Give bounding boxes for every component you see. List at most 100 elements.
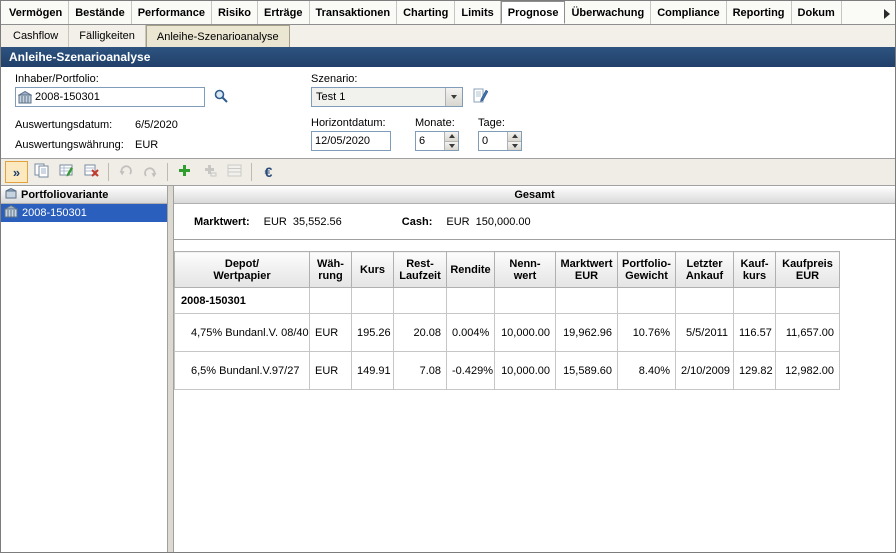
subtab-faelligkeiten[interactable]: Fälligkeiten <box>69 25 146 47</box>
auswertungsdatum-value: 6/5/2020 <box>135 119 178 131</box>
col-rendite[interactable]: Rendite <box>447 252 495 288</box>
tage-stepper[interactable] <box>478 131 522 151</box>
search-icon <box>213 88 229 107</box>
cell-marktwert: 19,962.96 <box>556 314 618 352</box>
col-nennwert[interactable]: Nenn- wert <box>495 252 556 288</box>
portfolio-variant-header-label: Portfoliovariante <box>21 189 108 201</box>
col-marktwert-eur[interactable]: Marktwert EUR <box>556 252 618 288</box>
marktwert-label: Marktwert: <box>194 216 250 228</box>
col-kaufkurs[interactable]: Kauf- kurs <box>734 252 776 288</box>
collapse-panel-button[interactable]: » <box>5 161 28 183</box>
monate-field[interactable] <box>416 132 444 150</box>
tab-scroll-right-icon[interactable] <box>881 8 893 20</box>
summary-row: Marktwert: EUR 35,552.56 Cash: EUR 150,0… <box>174 204 895 240</box>
monate-up-button[interactable] <box>445 132 458 141</box>
sub-tab-bar: Cashflow Fälligkeiten Anleihe-Szenarioan… <box>1 25 895 47</box>
auswertungsdatum-label: Auswertungsdatum: <box>15 119 112 131</box>
tage-field[interactable] <box>479 132 507 150</box>
chevron-down-icon[interactable] <box>445 88 462 106</box>
tab-prognose[interactable]: Prognose <box>501 1 566 24</box>
inhaber-portfolio-field[interactable] <box>32 89 204 105</box>
tab-ueberwachung[interactable]: Überwachung <box>565 1 651 24</box>
edit-szenario-icon <box>473 87 489 106</box>
tab-bestaende[interactable]: Bestände <box>69 1 132 24</box>
parameter-form: Inhaber/Portfolio: Szenario: Test 1 Ausw… <box>1 67 895 159</box>
tab-vermoegen[interactable]: Vermögen <box>3 1 69 24</box>
auswertungswaehrung-value: EUR <box>135 139 158 151</box>
auswertungswaehrung-label: Auswertungswährung: <box>15 139 124 151</box>
tab-transaktionen[interactable]: Transaktionen <box>310 1 398 24</box>
portfolio-building-icon <box>16 91 32 104</box>
tage-down-button[interactable] <box>508 141 521 151</box>
subtab-cashflow[interactable]: Cashflow <box>3 25 69 47</box>
building-icon <box>4 205 18 221</box>
main-area: Portfoliovariante 2008-150301 Gesamt Mar… <box>1 186 895 552</box>
undo-icon <box>118 163 133 181</box>
col-portfolio-gewicht[interactable]: Portfolio- Gewicht <box>618 252 676 288</box>
col-kurs[interactable]: Kurs <box>352 252 394 288</box>
toolbar-separator <box>108 163 109 181</box>
monate-stepper[interactable] <box>415 131 459 151</box>
marktwert-amount: 35,552.56 <box>293 216 342 228</box>
portfolio-variant-item-label: 2008-150301 <box>22 207 87 219</box>
row-layout-button[interactable] <box>223 161 246 183</box>
monate-down-button[interactable] <box>445 141 458 151</box>
edit-szenario-button[interactable] <box>471 86 491 106</box>
gesamt-header-label: Gesamt <box>514 189 554 201</box>
cell-nennwert: 10,000.00 <box>495 314 556 352</box>
tage-up-button[interactable] <box>508 132 521 141</box>
gesamt-header: Gesamt <box>174 186 895 204</box>
cell-waehrung: EUR <box>310 352 352 390</box>
col-kaufpreis-eur[interactable]: Kaufpreis EUR <box>776 252 840 288</box>
table-group-row[interactable]: 2008-150301 <box>175 288 840 314</box>
horizontdatum-input[interactable] <box>311 131 391 151</box>
cell-kaufpreis: 12,982.00 <box>776 352 840 390</box>
undo-button[interactable] <box>114 161 137 183</box>
cell-gewicht: 8.40% <box>618 352 676 390</box>
tab-ertraege[interactable]: Erträge <box>258 1 310 24</box>
group-cell: 2008-150301 <box>175 288 310 314</box>
redo-icon <box>143 165 158 180</box>
marktwert-currency: EUR <box>264 216 287 228</box>
table-row[interactable]: 4,75% Bundanl.V. 08/40 EUR 195.26 20.08 … <box>175 314 840 352</box>
tab-risiko[interactable]: Risiko <box>212 1 258 24</box>
tab-reporting[interactable]: Reporting <box>727 1 792 24</box>
search-portfolio-button[interactable] <box>211 87 231 107</box>
positions-table-wrap: Depot/ Wertpapier Wäh- rung Kurs Rest- L… <box>174 240 895 552</box>
add-position-button[interactable] <box>173 161 196 183</box>
table-header-row: Depot/ Wertpapier Wäh- rung Kurs Rest- L… <box>175 252 840 288</box>
positions-table: Depot/ Wertpapier Wäh- rung Kurs Rest- L… <box>174 251 840 390</box>
currency-button[interactable]: € <box>257 161 280 183</box>
col-restlaufzeit[interactable]: Rest- Laufzeit <box>394 252 447 288</box>
szenario-select[interactable]: Test 1 <box>311 87 463 107</box>
add-icon <box>178 164 191 180</box>
table-row[interactable]: 6,5% Bundanl.V.97/27 EUR 149.91 7.08 -0.… <box>175 352 840 390</box>
copy-button[interactable] <box>30 161 53 183</box>
delete-variant-button[interactable] <box>80 161 103 183</box>
horizontdatum-field[interactable] <box>312 133 390 149</box>
szenario-selected-value: Test 1 <box>312 88 445 106</box>
inhaber-portfolio-label: Inhaber/Portfolio: <box>15 73 99 85</box>
tab-dokumente[interactable]: Dokum <box>792 1 842 24</box>
add-row-icon <box>203 164 217 180</box>
tab-limits[interactable]: Limits <box>455 1 500 24</box>
add-row-button[interactable] <box>198 161 221 183</box>
tab-compliance[interactable]: Compliance <box>651 1 726 24</box>
redo-button[interactable] <box>139 161 162 183</box>
tab-charting[interactable]: Charting <box>397 1 455 24</box>
col-letzter-ankauf[interactable]: Letzter Ankauf <box>676 252 734 288</box>
delete-grid-icon <box>84 163 99 181</box>
portfolio-variant-header: Portfoliovariante <box>1 186 167 204</box>
tab-performance[interactable]: Performance <box>132 1 212 24</box>
inhaber-portfolio-input[interactable] <box>15 87 205 107</box>
subtab-anleihe-szenarioanalyse[interactable]: Anleihe-Szenarioanalyse <box>146 25 290 47</box>
page-title: Anleihe-Szenarioanalyse <box>1 47 895 67</box>
edit-variant-button[interactable] <box>55 161 78 183</box>
monate-label: Monate: <box>415 117 455 129</box>
col-depot-wertpapier[interactable]: Depot/ Wertpapier <box>175 252 310 288</box>
cell-kaufkurs: 116.57 <box>734 314 776 352</box>
cell-nennwert: 10,000.00 <box>495 352 556 390</box>
copy-icon <box>34 163 49 181</box>
portfolio-variant-item[interactable]: 2008-150301 <box>1 204 167 222</box>
col-waehrung[interactable]: Wäh- rung <box>310 252 352 288</box>
